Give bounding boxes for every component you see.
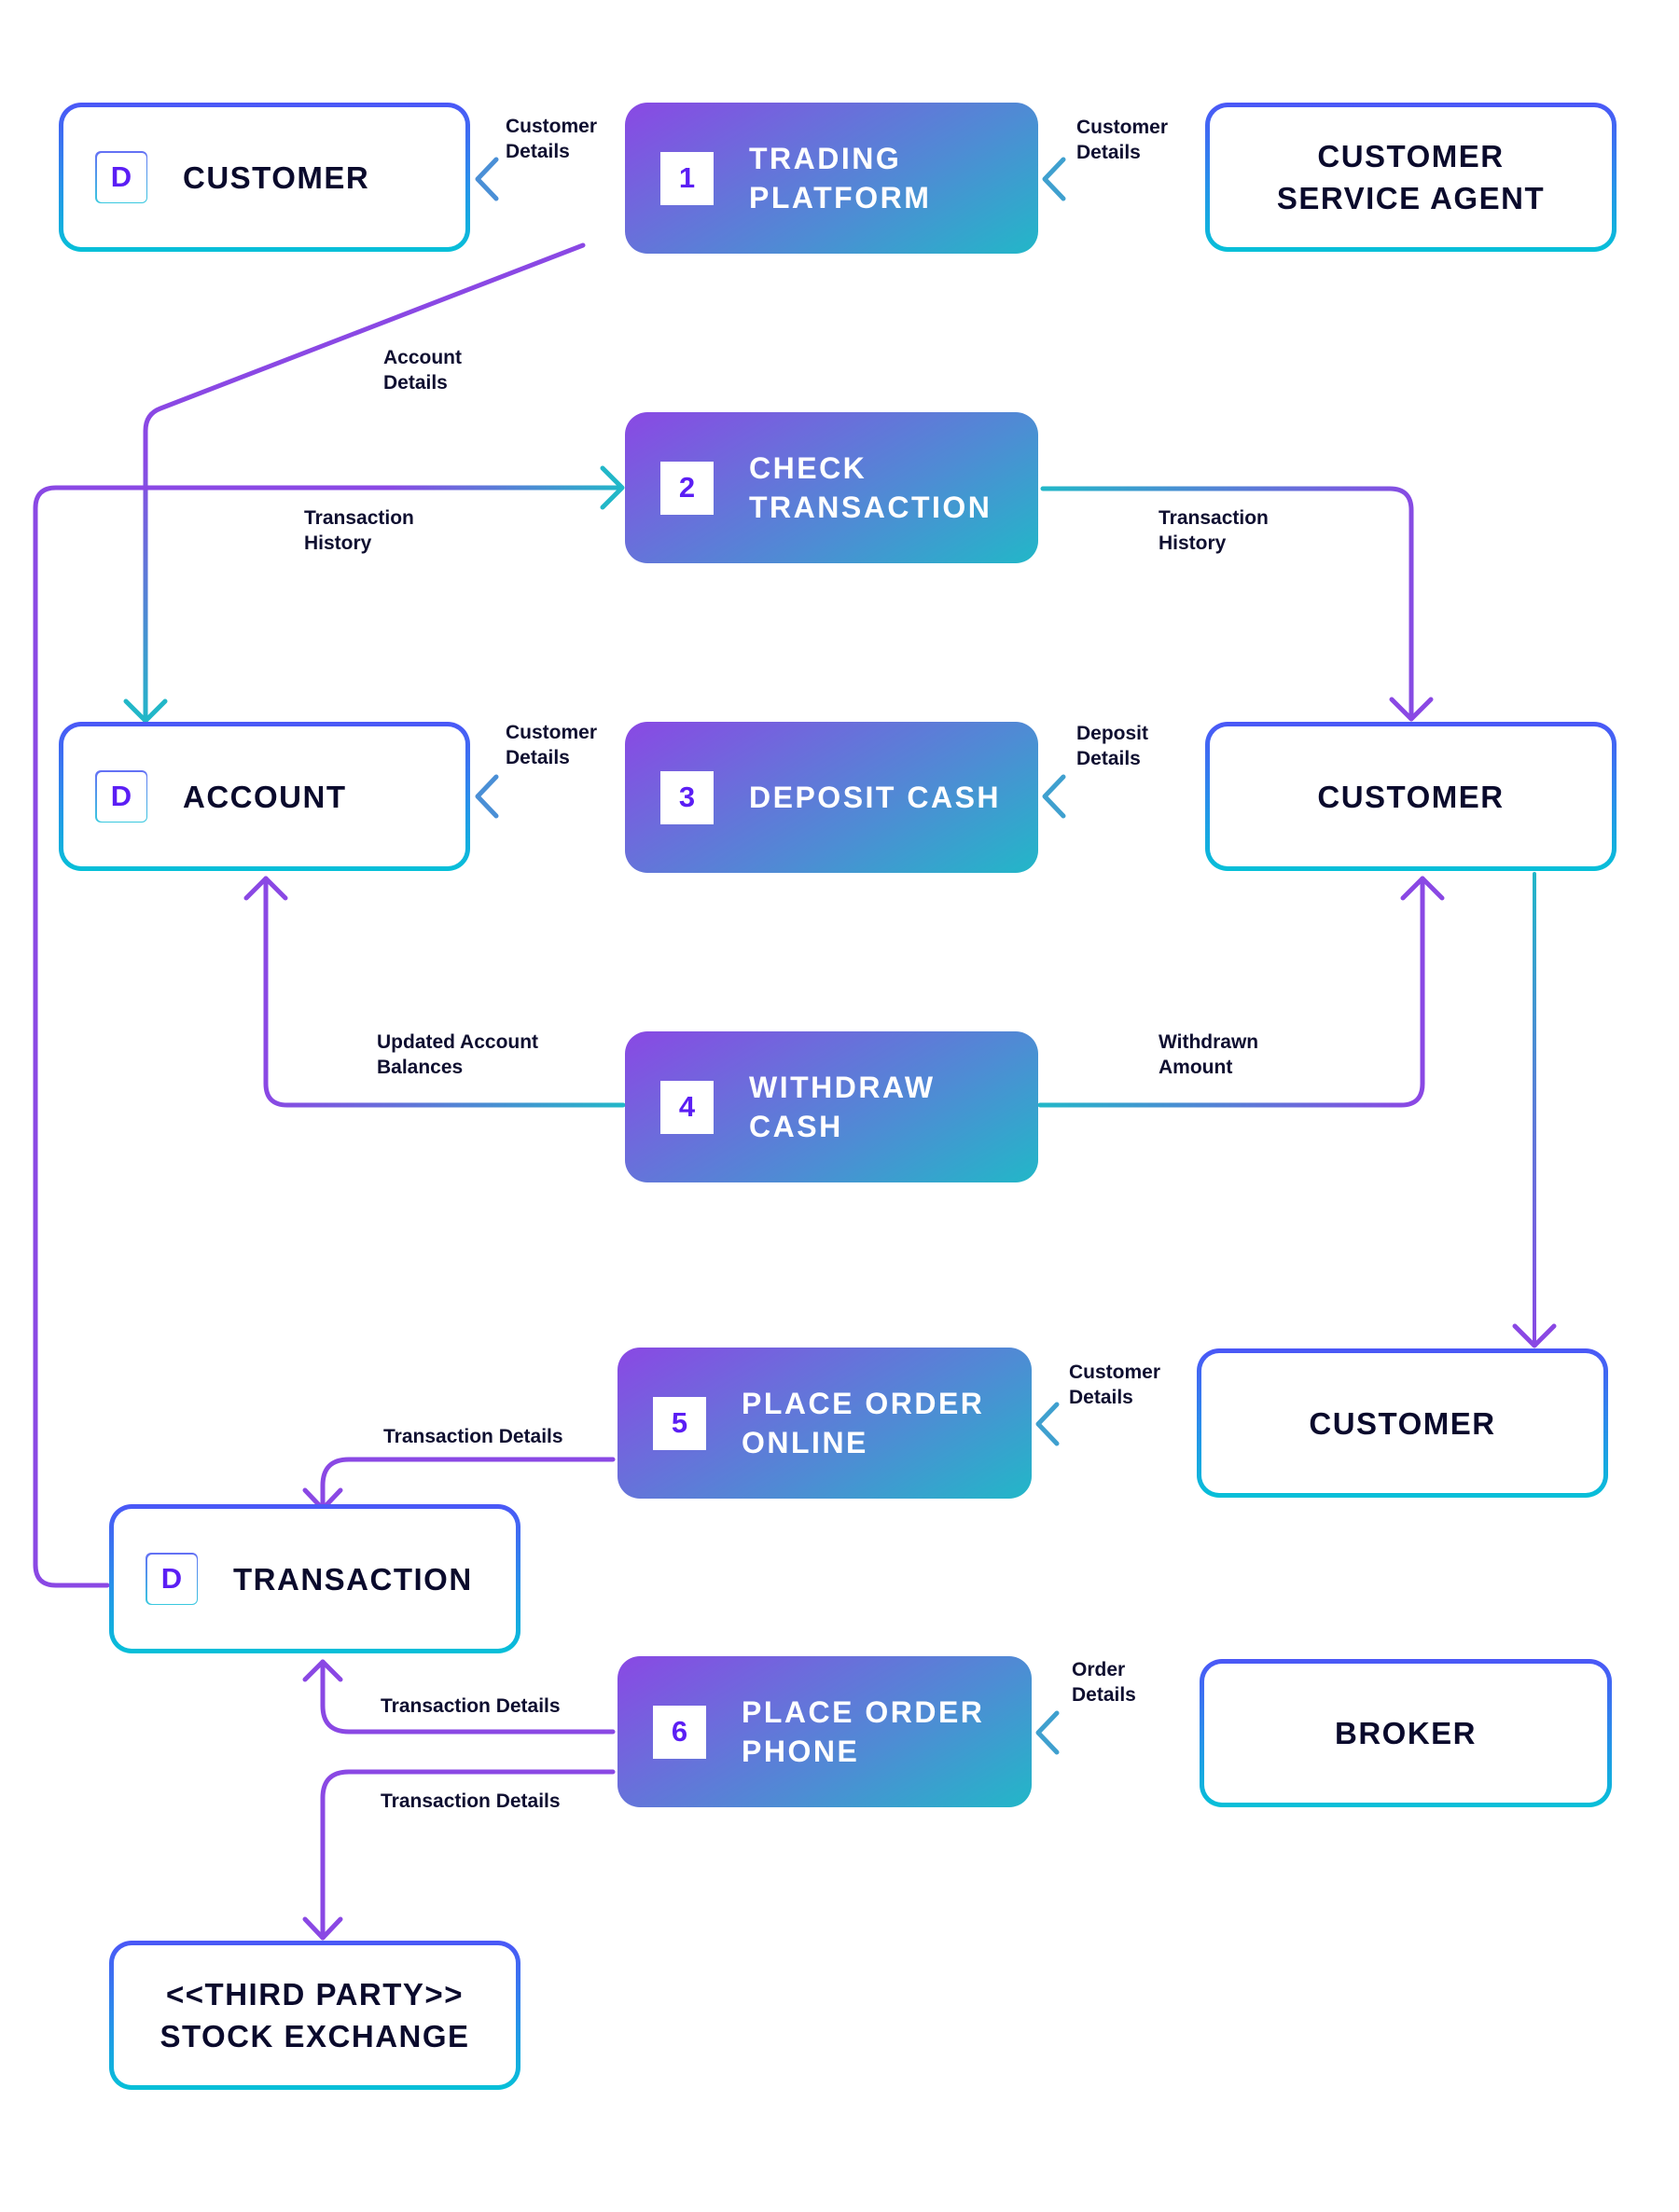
flow-label-transaction-to-p2: Transaction History [304, 507, 414, 554]
flow-label-customer-to-p3: Deposit Details [1076, 723, 1149, 769]
process-place-order-online[interactable]: 5 PLACE ORDER ONLINE [617, 1348, 1032, 1499]
flow-label-p3-to-account: Customer Details [506, 722, 598, 768]
flow-p5-to-transaction [320, 1457, 616, 1512]
entity-transaction-body: D TRANSACTION [114, 1509, 516, 1649]
entity-customer-low-body: CUSTOMER [1201, 1353, 1603, 1493]
data-store-icon: D [95, 770, 147, 823]
entity-label: CUSTOMER SERVICE AGENT [1276, 139, 1546, 215]
data-store-icon-letter: D [146, 1554, 197, 1604]
entity-broker[interactable]: BROKER [1200, 1659, 1612, 1807]
entity-customer-mid-body: CUSTOMER [1210, 726, 1612, 866]
entity-transaction[interactable]: D TRANSACTION [109, 1504, 520, 1653]
entity-service-agent-body: CUSTOMER SERVICE AGENT [1210, 107, 1612, 247]
data-store-icon: D [95, 151, 147, 203]
flow-label-p1-to-account: Account Details [383, 347, 462, 394]
process-number: 2 [660, 461, 714, 515]
flow-label-broker-to-p6: Order Details [1072, 1659, 1136, 1706]
process-place-order-phone[interactable]: 6 PLACE ORDER PHONE [617, 1656, 1032, 1807]
process-title: WITHDRAW CASH [749, 1071, 936, 1143]
flow-label-p1-to-customer: Customer Details [506, 116, 598, 162]
process-title: PLACE ORDER PHONE [742, 1695, 985, 1768]
flow-p1-to-account [143, 242, 586, 723]
entity-customer-top[interactable]: D CUSTOMER [59, 103, 470, 252]
entity-label: CUSTOMER [1317, 779, 1505, 814]
data-store-icon-letter: D [96, 152, 146, 202]
process-trading-platform[interactable]: 1 TRADING PLATFORM [625, 103, 1038, 254]
process-number: 5 [653, 1396, 706, 1450]
entity-account[interactable]: D ACCOUNT [59, 722, 470, 871]
flow-label-p2-to-customer: Transaction History [1159, 507, 1269, 554]
process-deposit-cash[interactable]: 3 DEPOSIT CASH [625, 722, 1038, 873]
entity-label: TRANSACTION [233, 1561, 473, 1597]
flow-label-p4-to-account: Updated Account Balances [377, 1031, 539, 1078]
flow-label-customer-to-p5: Customer Details [1069, 1362, 1161, 1408]
entity-customer-service-agent[interactable]: CUSTOMER SERVICE AGENT [1205, 103, 1617, 252]
entity-stock-exchange[interactable]: <<THIRD PARTY>> STOCK EXCHANGE [109, 1941, 520, 2090]
flow-label-agent-to-p1: Customer Details [1076, 117, 1169, 163]
entity-account-body: D ACCOUNT [63, 726, 465, 866]
flow-label-p6-to-exchange: Transaction Details [381, 1790, 561, 1812]
entity-label: CUSTOMER [183, 159, 370, 195]
entity-stock-exchange-body: <<THIRD PARTY>> STOCK EXCHANGE [114, 1945, 516, 2085]
entity-customer-top-body: D CUSTOMER [63, 107, 465, 247]
flow-label-p6-to-transaction: Transaction Details [381, 1695, 561, 1717]
process-withdraw-cash[interactable]: 4 WITHDRAW CASH [625, 1031, 1038, 1182]
process-title: PLACE ORDER ONLINE [742, 1387, 985, 1459]
process-title: DEPOSIT CASH [749, 781, 1002, 814]
entity-broker-body: BROKER [1204, 1664, 1607, 1803]
entity-label: CUSTOMER [1309, 1405, 1496, 1441]
process-number: 6 [653, 1705, 706, 1759]
process-number: 4 [660, 1080, 714, 1134]
entity-customer-mid[interactable]: CUSTOMER [1205, 722, 1617, 871]
process-title: CHECK TRANSACTION [749, 451, 992, 524]
entity-label: <<THIRD PARTY>> STOCK EXCHANGE [160, 1977, 470, 2053]
flow-label-p5-to-transaction: Transaction Details [383, 1426, 563, 1447]
flow-label-p4-to-customer: Withdrawn Amount [1159, 1031, 1259, 1078]
data-store-icon-letter: D [96, 771, 146, 822]
process-title: TRADING PLATFORM [749, 142, 932, 214]
entity-label: ACCOUNT [183, 779, 347, 814]
entity-customer-low[interactable]: CUSTOMER [1197, 1348, 1608, 1498]
process-number: 1 [660, 151, 714, 205]
entity-label: BROKER [1334, 1716, 1477, 1750]
process-number: 3 [660, 770, 714, 824]
data-store-icon: D [146, 1553, 198, 1605]
process-check-transaction[interactable]: 2 CHECK TRANSACTION [625, 412, 1038, 563]
